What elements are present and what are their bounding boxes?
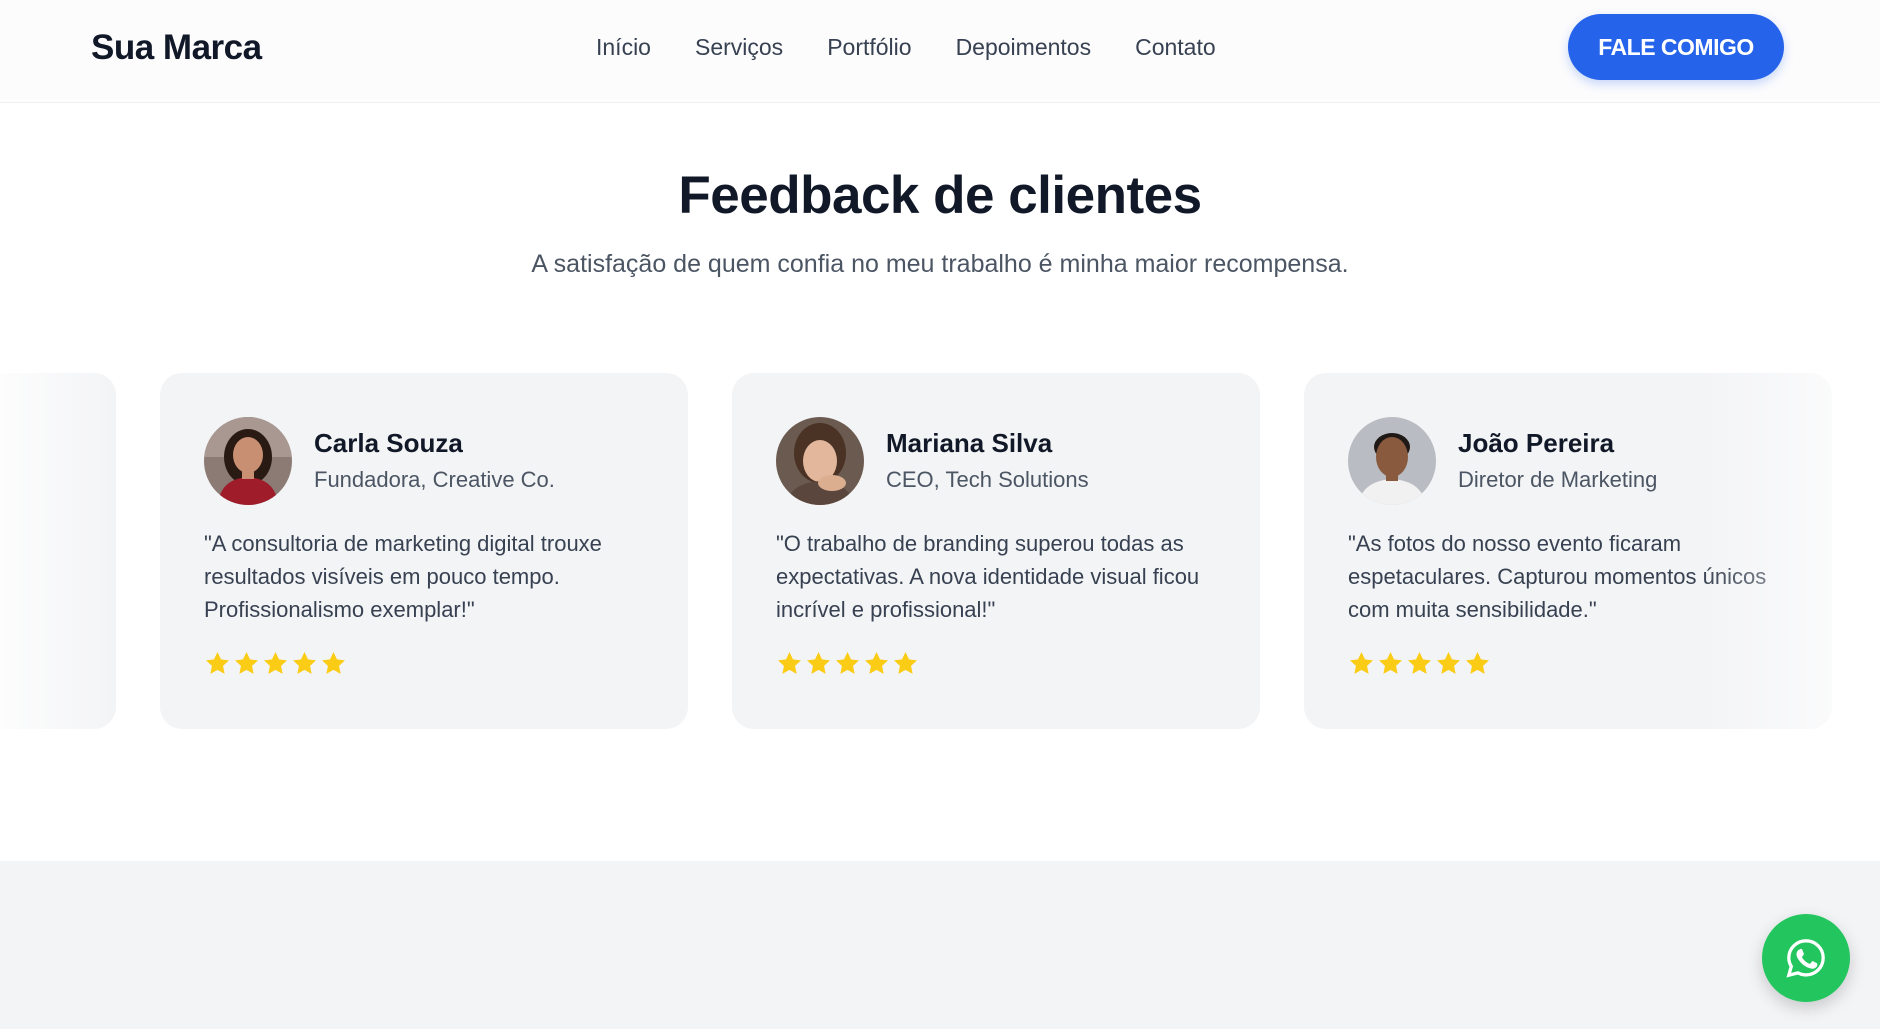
whatsapp-icon [1786,939,1825,978]
section-subtitle: A satisfação de quem confia no meu traba… [531,250,1349,278]
star-icon [894,652,917,674]
client-name: Carla Souza [314,428,463,458]
section-title: Feedback de clientes [678,166,1202,225]
testimonial-card-partial [0,373,116,729]
main-nav: Início Serviços Portfólio Depoimentos Co… [596,34,1216,61]
whatsapp-button[interactable] [1762,914,1850,1002]
star-icon [1408,652,1431,674]
star-rating [775,649,920,678]
testimonial-quote: "A consultoria de marketing digital trou… [204,531,602,622]
star-icon [235,652,258,674]
star-icon [322,652,345,674]
star-icon [1437,652,1460,674]
brand-logo[interactable]: Sua Marca [91,28,262,68]
client-name: Mariana Silva [886,428,1053,458]
star-icon [807,652,830,674]
star-icon [1350,652,1373,674]
testimonial-card: João Pereira Diretor de Marketing "As fo… [1304,373,1832,729]
avatar [776,417,864,505]
next-section [0,861,1880,1029]
star-icon [1466,652,1489,674]
star-icon [1379,652,1402,674]
site-header: Sua Marca Início Serviços Portfólio Depo… [0,0,1880,103]
nav-item-depoimentos[interactable]: Depoimentos [956,34,1092,61]
nav-item-inicio[interactable]: Início [596,34,651,61]
star-icon [836,652,859,674]
client-role: CEO, Tech Solutions [886,467,1089,492]
nav-item-servicos[interactable]: Serviços [695,34,783,61]
testimonial-card: Mariana Silva CEO, Tech Solutions "O tra… [732,373,1260,729]
star-icon [865,652,888,674]
testimonial-card: Carla Souza Fundadora, Creative Co. "A c… [160,373,688,729]
testimonial-quote: "O trabalho de branding superou todas as… [776,531,1200,622]
star-rating [203,649,348,678]
star-icon [264,652,287,674]
testimonial-quote: "As fotos do nosso evento ficaram espeta… [1348,531,1767,622]
nav-item-contato[interactable]: Contato [1135,34,1216,61]
nav-item-portfolio[interactable]: Portfólio [827,34,911,61]
client-role: Fundadora, Creative Co. [314,467,555,492]
client-role: Diretor de Marketing [1458,467,1658,492]
client-name: João Pereira [1458,428,1615,458]
avatar [204,417,292,505]
star-icon [778,652,801,674]
star-rating [1347,649,1492,678]
star-icon [206,652,229,674]
star-icon [293,652,316,674]
contact-cta-button[interactable]: FALE COMIGO [1568,14,1784,80]
avatar [1348,417,1436,505]
